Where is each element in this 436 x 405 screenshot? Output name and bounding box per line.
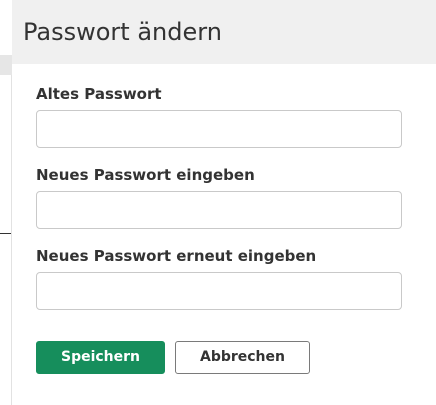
old-password-input[interactable] — [36, 110, 402, 148]
new-password-input[interactable] — [36, 191, 402, 229]
background-left-strip — [0, 55, 12, 75]
dialog-body: Altes Passwort Neues Passwort eingeben N… — [12, 64, 436, 405]
dialog-title: Passwort ändern — [23, 18, 222, 46]
save-button[interactable]: Speichern — [36, 341, 165, 374]
cancel-button[interactable]: Abbrechen — [175, 341, 310, 374]
confirm-password-input[interactable] — [36, 272, 402, 310]
confirm-password-label: Neues Passwort erneut eingeben — [36, 247, 317, 265]
new-password-label: Neues Passwort eingeben — [36, 166, 255, 184]
change-password-dialog: Passwort ändern Altes Passwort Neues Pas… — [12, 0, 436, 405]
dialog-header: Passwort ändern — [12, 0, 436, 64]
old-password-label: Altes Passwort — [36, 85, 162, 103]
